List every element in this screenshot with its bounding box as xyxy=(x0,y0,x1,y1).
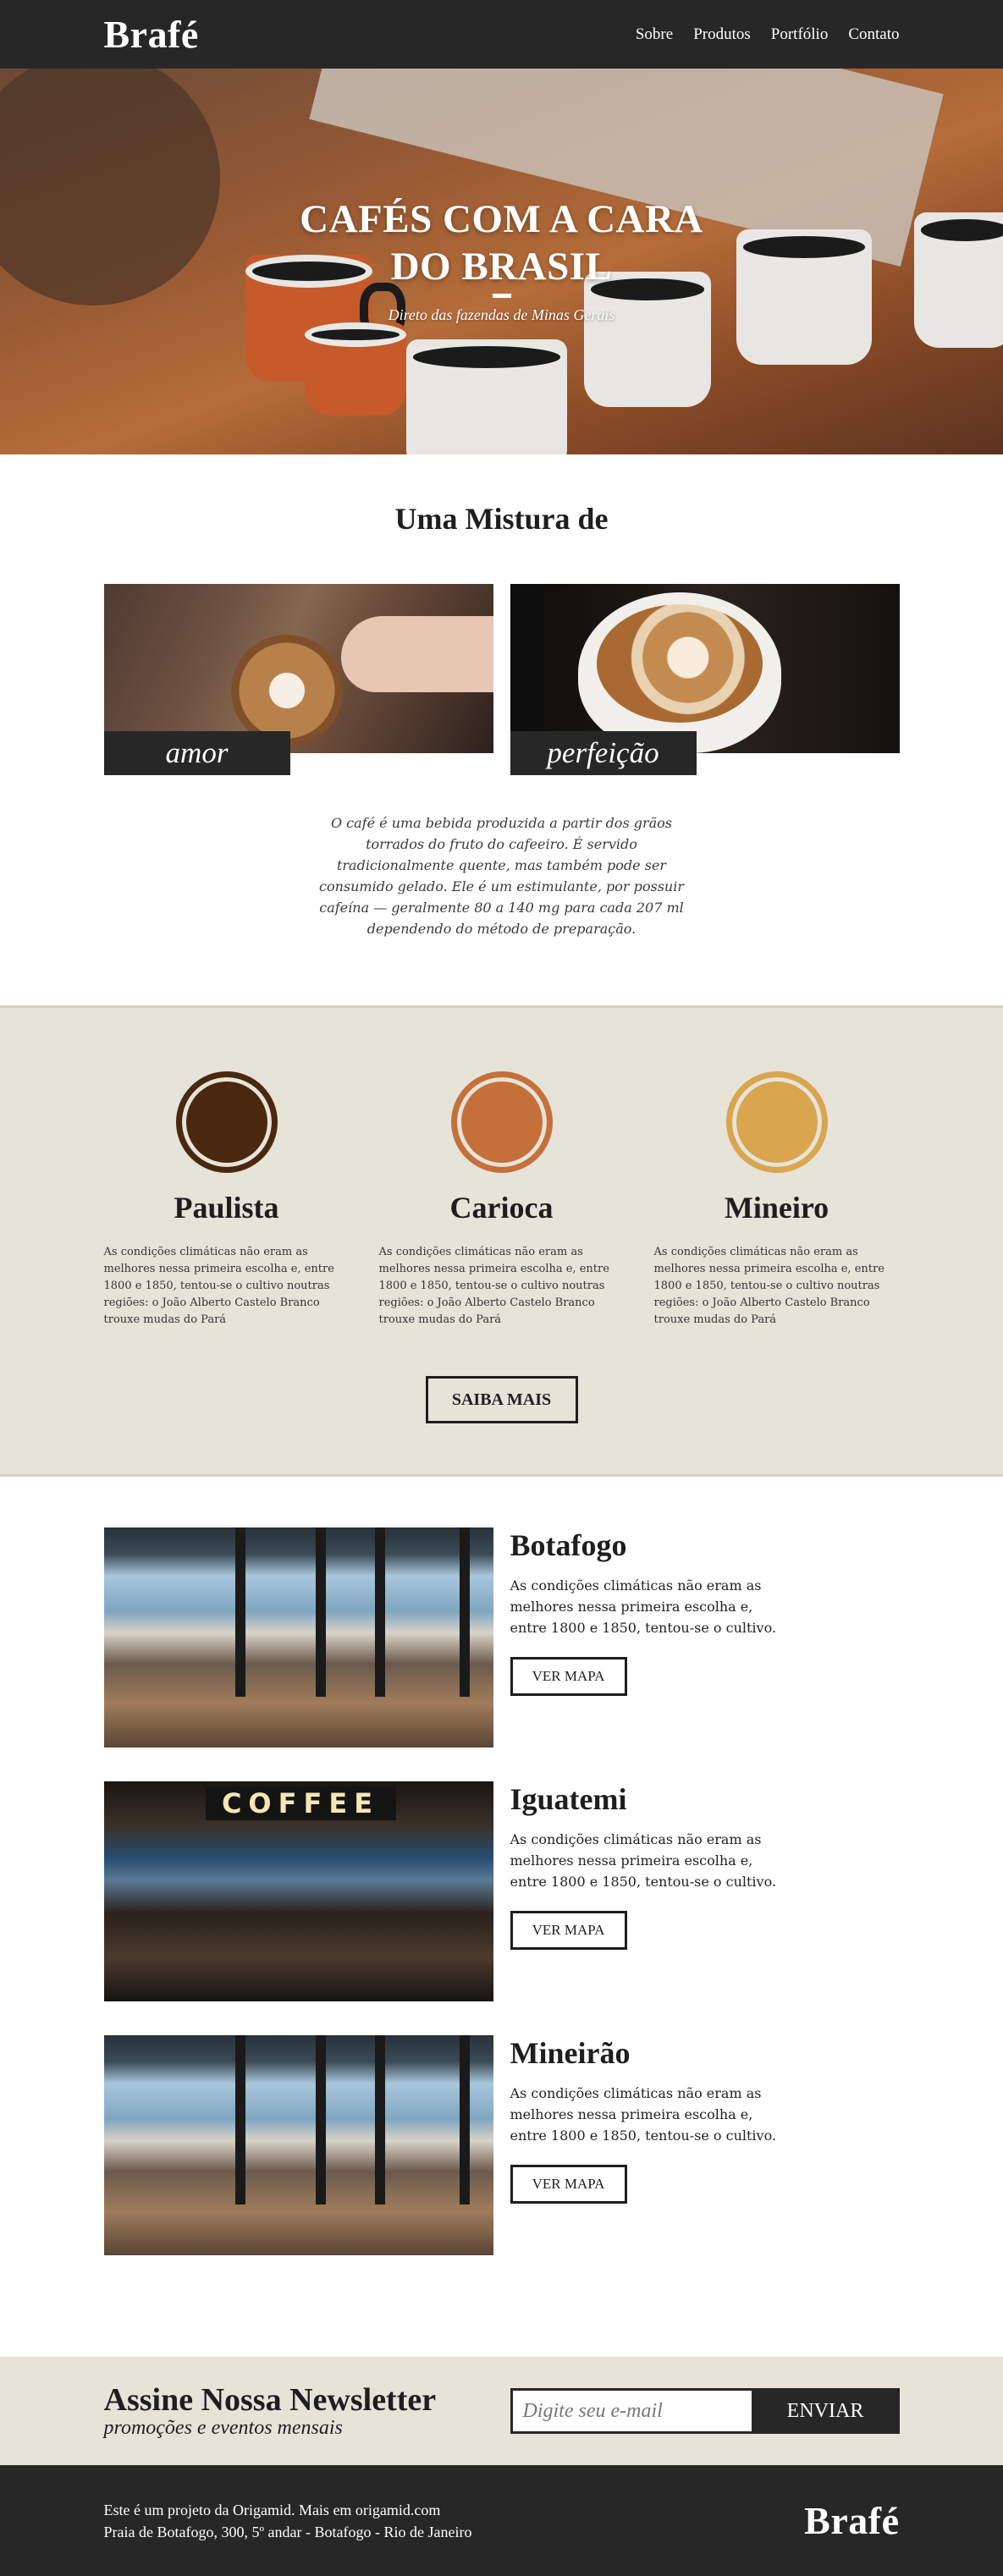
location-info: Iguatemi As condições climáticas não era… xyxy=(510,1781,781,2001)
hand xyxy=(340,616,493,692)
location-description: As condições climáticas não eram as melh… xyxy=(510,2085,777,2144)
intro-photos: amor perfeição xyxy=(103,584,900,775)
main-nav: Sobre Produtos Portfólio Contato xyxy=(636,25,900,44)
location-description: As condições climáticas não eram as melh… xyxy=(510,1831,777,1890)
saiba-mais-button[interactable]: SAIBA MAIS xyxy=(425,1376,578,1423)
newsletter-title: Assine Nossa Newsletter xyxy=(103,2381,437,2418)
ver-mapa-button[interactable]: VER MAPA xyxy=(510,1657,627,1696)
location-item: Botafogo As condições climáticas não era… xyxy=(103,1527,900,1748)
newsletter-form: Digite seu e-mail ENVIAR xyxy=(510,2388,900,2434)
location-name: Botafogo xyxy=(510,1528,627,1562)
blend-item: Paulista As condições climáticas não era… xyxy=(104,1071,350,1329)
locations-section: Botafogo As condições climáticas não era… xyxy=(0,1477,1003,2357)
location-item: COFFEE Iguatemi As condições climáticas … xyxy=(103,1781,900,2001)
hero-divider xyxy=(492,294,511,298)
blend-color-circle xyxy=(175,1071,278,1173)
location-name: Iguatemi xyxy=(510,1782,627,1816)
blend-list: Paulista As condições climáticas não era… xyxy=(104,1071,900,1329)
blend-color-circle xyxy=(725,1071,828,1173)
site-header: Brafé Sobre Produtos Portfólio Contato xyxy=(0,0,1003,69)
hero-content: CAFÉS COM A CARA DO BRASIL Direto das fa… xyxy=(0,195,1003,324)
newsletter-section: Assine Nossa Newsletter promoções e even… xyxy=(0,2357,1003,2465)
site-footer: Este é um projeto da Origamid. Mais em o… xyxy=(0,2465,1003,2576)
intro-text: O café é uma bebida produzida a partir d… xyxy=(319,815,684,937)
email-input[interactable]: Digite seu e-mail xyxy=(510,2388,752,2434)
location-description: As condições climáticas não eram as melh… xyxy=(510,1577,777,1636)
beach-cafe-photo xyxy=(103,2035,493,2255)
hero-subtitle: Direto das fazendas de Minas Gerais xyxy=(388,306,615,323)
beach-cafe-photo xyxy=(103,1527,493,1748)
latte-cup xyxy=(577,592,781,753)
blend-description: As condições climáticas não eram as melh… xyxy=(378,1246,609,1326)
footer-address: Praia de Botafogo, 300, 5º andar - Botaf… xyxy=(103,2523,472,2540)
latte-art-heart-photo: amor xyxy=(103,584,493,775)
footer-text: Este é um projeto da Origamid. Mais em o… xyxy=(104,2499,472,2543)
nav-link-produtos[interactable]: Produtos xyxy=(693,25,751,44)
blend-color-circle xyxy=(450,1071,553,1173)
enviar-button[interactable]: ENVIAR xyxy=(751,2388,900,2434)
blend-name: Mineiro xyxy=(724,1191,829,1225)
footer-credit: Este é um projeto da Origamid. Mais em o… xyxy=(103,2501,441,2518)
photo-label-amor: amor xyxy=(103,731,290,775)
location-info: Mineirão As condições climáticas não era… xyxy=(510,2035,781,2255)
latte-pour-photo: perfeição xyxy=(510,584,900,775)
blend-description: As condições climáticas não eram as melh… xyxy=(653,1246,885,1326)
latte-cup xyxy=(230,635,343,746)
hero-mug xyxy=(406,339,567,454)
location-name: Mineirão xyxy=(510,2036,631,2070)
hero-title: CAFÉS COM A CARA DO BRASIL xyxy=(300,197,703,289)
ver-mapa-button[interactable]: VER MAPA xyxy=(510,2165,627,2204)
coffee-shop-photo: COFFEE xyxy=(103,1781,493,2001)
hero-mug xyxy=(305,322,406,416)
logo[interactable]: Brafé xyxy=(104,12,199,57)
coffee-sign: COFFEE xyxy=(205,1786,396,1820)
nav-link-sobre[interactable]: Sobre xyxy=(636,25,673,44)
hero-section: CAFÉS COM A CARA DO BRASIL Direto das fa… xyxy=(0,69,1003,454)
newsletter-subtitle: promoções e eventos mensais xyxy=(103,2416,343,2439)
intro-section: Uma Mistura de amor perfeição O café é u… xyxy=(0,454,1003,1005)
blend-item: Carioca As condições climáticas não eram… xyxy=(379,1071,625,1329)
blend-description: As condições climáticas não eram as melh… xyxy=(103,1246,334,1326)
blend-item: Mineiro As condições climáticas não eram… xyxy=(654,1071,900,1329)
blends-section: Paulista As condições climáticas não era… xyxy=(0,1005,1003,1477)
blend-name: Carioca xyxy=(449,1191,554,1225)
footer-logo[interactable]: Brafé xyxy=(804,2498,899,2543)
location-item: Mineirão As condições climáticas não era… xyxy=(103,2035,900,2255)
nav-link-portfolio[interactable]: Portfólio xyxy=(771,25,829,44)
location-info: Botafogo As condições climáticas não era… xyxy=(510,1527,781,1748)
newsletter-heading: Assine Nossa Newsletter promoções e even… xyxy=(104,2383,437,2440)
blend-name: Paulista xyxy=(174,1191,279,1225)
intro-title: Uma Mistura de xyxy=(394,502,609,536)
nav-link-contato[interactable]: Contato xyxy=(848,25,899,44)
photo-label-perfeicao: perfeição xyxy=(510,731,697,775)
ver-mapa-button[interactable]: VER MAPA xyxy=(510,1911,627,1950)
